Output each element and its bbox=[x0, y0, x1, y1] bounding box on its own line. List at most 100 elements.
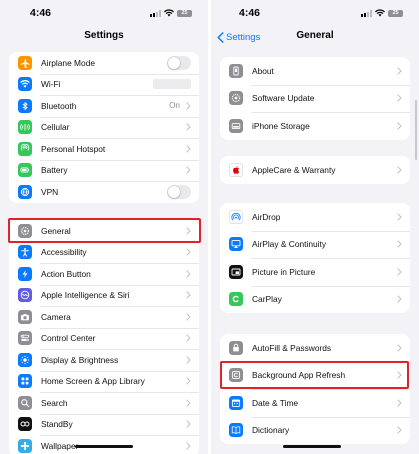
chevron-right-icon bbox=[186, 420, 191, 428]
row-autofill-and-passwords[interactable]: AutoFill & Passwords bbox=[220, 334, 410, 362]
chevron-right-icon bbox=[186, 166, 191, 174]
vpn-toggle[interactable] bbox=[167, 184, 191, 199]
control-center-icon bbox=[18, 331, 32, 346]
chevron-right-icon bbox=[186, 123, 191, 131]
row-label: Dictionary bbox=[252, 425, 290, 436]
chevron-right-icon bbox=[397, 240, 402, 248]
row-label: About bbox=[252, 65, 274, 76]
standby-icon bbox=[18, 417, 32, 432]
row-personal-hotspot[interactable]: Personal Hotspot bbox=[9, 138, 199, 160]
carplay-icon bbox=[229, 292, 243, 307]
battery-status-icon: 25 bbox=[177, 9, 192, 17]
row-label: Action Button bbox=[41, 268, 91, 279]
pip-icon bbox=[229, 264, 243, 279]
row-label: Display & Brightness bbox=[41, 354, 119, 365]
row-date-and-time[interactable]: Date & Time bbox=[220, 389, 410, 417]
row-label: Bluetooth bbox=[41, 100, 77, 111]
row-about[interactable]: About bbox=[220, 57, 410, 85]
chevron-right-icon bbox=[186, 291, 191, 299]
chevron-right-icon bbox=[397, 399, 402, 407]
row-bluetooth[interactable]: Bluetooth On bbox=[9, 95, 199, 117]
row-airdrop[interactable]: AirDrop bbox=[220, 203, 410, 231]
status-indicators: 25 bbox=[150, 9, 192, 17]
row-label: Apple Intelligence & Siri bbox=[41, 290, 130, 301]
chevron-right-icon bbox=[397, 122, 402, 130]
general-group-applecare: AppleCare & Warranty bbox=[220, 156, 410, 184]
chevron-right-icon bbox=[186, 270, 191, 278]
row-display-and-brightness[interactable]: Display & Brightness bbox=[9, 349, 199, 371]
cellular-signal-icon bbox=[150, 9, 161, 17]
row-airplay-and-continuity[interactable]: AirPlay & Continuity bbox=[220, 230, 410, 259]
general-group-device: About Software Update iPhone Storage bbox=[220, 57, 410, 140]
chevron-right-icon bbox=[186, 145, 191, 153]
row-apple-intelligence-and-siri[interactable]: Apple Intelligence & Siri bbox=[9, 284, 199, 307]
chevron-right-icon bbox=[186, 356, 191, 364]
row-action-button[interactable]: Action Button bbox=[9, 263, 199, 285]
row-label: Picture in Picture bbox=[252, 266, 316, 277]
chevron-right-icon bbox=[186, 377, 191, 385]
airplay-icon bbox=[229, 237, 243, 252]
row-airplane-mode[interactable]: Airplane Mode bbox=[9, 52, 199, 74]
general-group-system: AutoFill & Passwords Background App Refre… bbox=[220, 334, 410, 444]
row-label: StandBy bbox=[41, 419, 73, 430]
row-label: Background App Refresh bbox=[252, 370, 346, 381]
cellular-icon bbox=[18, 120, 32, 135]
row-carplay[interactable]: CarPlay bbox=[220, 285, 410, 314]
page-title: Settings bbox=[84, 30, 124, 41]
row-label: Software Update bbox=[252, 93, 315, 104]
phone-info-icon bbox=[229, 63, 243, 78]
row-wi-fi[interactable]: Wi-Fi bbox=[9, 73, 199, 96]
software-update-icon bbox=[229, 91, 243, 106]
autofill-icon bbox=[229, 340, 243, 355]
airplane-mode-toggle[interactable] bbox=[167, 55, 191, 70]
home-screen-icon bbox=[18, 374, 32, 389]
chevron-right-icon bbox=[397, 67, 402, 75]
home-indicator bbox=[75, 445, 133, 448]
row-label: Accessibility bbox=[41, 247, 87, 258]
status-bar: 4:46 25 bbox=[0, 0, 208, 26]
row-battery[interactable]: Battery bbox=[9, 159, 199, 182]
row-camera[interactable]: Camera bbox=[9, 306, 199, 328]
row-label: Wi-Fi bbox=[41, 79, 61, 90]
siri-icon bbox=[18, 288, 32, 303]
row-iphone-storage[interactable]: iPhone Storage bbox=[220, 112, 410, 140]
row-label: Personal Hotspot bbox=[41, 143, 106, 154]
battery-status-icon: 25 bbox=[388, 9, 403, 17]
camera-icon bbox=[18, 309, 32, 324]
row-background-app-refresh[interactable]: Background App Refresh bbox=[220, 361, 410, 390]
scrollbar[interactable] bbox=[415, 100, 417, 160]
row-value: On bbox=[169, 101, 180, 111]
row-software-update[interactable]: Software Update bbox=[220, 84, 410, 113]
row-vpn[interactable]: VPN bbox=[9, 181, 199, 203]
home-indicator bbox=[283, 445, 341, 448]
row-dictionary[interactable]: Dictionary bbox=[220, 416, 410, 445]
row-standby[interactable]: StandBy bbox=[9, 413, 199, 436]
row-general[interactable]: General bbox=[9, 220, 199, 242]
row-applecare-and-warranty[interactable]: AppleCare & Warranty bbox=[220, 156, 410, 184]
row-label: Cellular bbox=[41, 122, 70, 133]
accessibility-icon bbox=[18, 245, 32, 260]
row-label: AirPlay & Continuity bbox=[252, 239, 327, 250]
row-control-center[interactable]: Control Center bbox=[9, 327, 199, 350]
chevron-right-icon bbox=[397, 371, 402, 379]
row-label: AppleCare & Warranty bbox=[252, 164, 336, 175]
status-time: 4:46 bbox=[30, 7, 52, 19]
row-picture-in-picture[interactable]: Picture in Picture bbox=[220, 258, 410, 286]
status-indicators: 25 bbox=[361, 9, 403, 17]
row-label: iPhone Storage bbox=[252, 120, 310, 131]
airplane-icon bbox=[18, 55, 32, 70]
chevron-right-icon bbox=[186, 248, 191, 256]
chevron-right-icon bbox=[186, 102, 191, 110]
cellular-signal-icon bbox=[361, 9, 372, 17]
apple-logo-icon bbox=[229, 162, 243, 177]
redacted-network-name bbox=[153, 79, 191, 90]
dictionary-icon bbox=[229, 423, 243, 438]
hotspot-icon bbox=[18, 141, 32, 156]
row-home-screen-and-app-library[interactable]: Home Screen & App Library bbox=[9, 370, 199, 393]
row-accessibility[interactable]: Accessibility bbox=[9, 241, 199, 264]
chevron-right-icon bbox=[397, 295, 402, 303]
row-search[interactable]: Search bbox=[9, 392, 199, 414]
row-cellular[interactable]: Cellular bbox=[9, 116, 199, 139]
bluetooth-icon bbox=[18, 98, 32, 113]
chevron-right-icon bbox=[186, 227, 191, 235]
